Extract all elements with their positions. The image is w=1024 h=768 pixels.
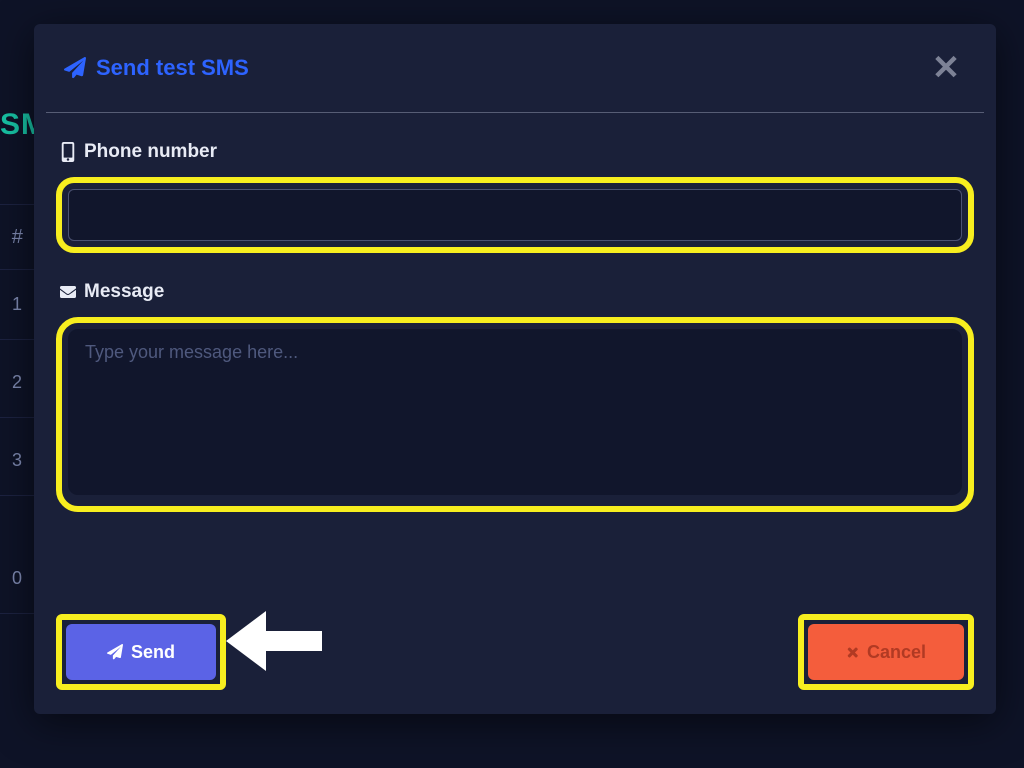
dialog-body: Phone number Message <box>34 113 996 550</box>
background-row: 1 <box>0 270 34 340</box>
message-label-text: Message <box>84 281 164 303</box>
phone-input-highlight <box>56 177 974 253</box>
phone-number-label-text: Phone number <box>84 141 217 163</box>
message-input-highlight <box>56 317 974 512</box>
dialog-footer: Send Cancel <box>34 592 996 714</box>
close-icon <box>846 646 859 659</box>
paper-plane-icon <box>64 57 86 79</box>
phone-number-field: Phone number <box>56 141 974 253</box>
dialog-header: Send test SMS ✕ <box>34 24 996 112</box>
close-button[interactable]: ✕ <box>926 48 966 88</box>
message-textarea[interactable] <box>68 329 962 495</box>
dialog-title-text: Send test SMS <box>96 55 249 81</box>
mobile-icon <box>60 142 76 162</box>
send-test-sms-dialog: Send test SMS ✕ Phone number Message <box>34 24 996 714</box>
background-row: 0 <box>0 544 34 614</box>
cancel-button-label: Cancel <box>867 642 926 663</box>
send-button-highlight: Send <box>56 614 226 690</box>
background-table-header: # <box>0 204 34 270</box>
close-icon: ✕ <box>932 51 961 85</box>
phone-number-input[interactable] <box>68 189 962 241</box>
background-row: 3 <box>0 426 34 496</box>
envelope-icon <box>60 282 76 302</box>
paper-plane-icon <box>107 644 123 660</box>
message-field: Message <box>56 281 974 512</box>
phone-number-label: Phone number <box>60 141 974 163</box>
cancel-button[interactable]: Cancel <box>808 624 964 680</box>
dialog-title: Send test SMS <box>64 55 249 81</box>
cancel-button-highlight: Cancel <box>798 614 974 690</box>
message-label: Message <box>60 281 974 303</box>
header-divider <box>46 112 984 113</box>
send-button[interactable]: Send <box>66 624 216 680</box>
send-button-label: Send <box>131 642 175 663</box>
background-row: 2 <box>0 348 34 418</box>
